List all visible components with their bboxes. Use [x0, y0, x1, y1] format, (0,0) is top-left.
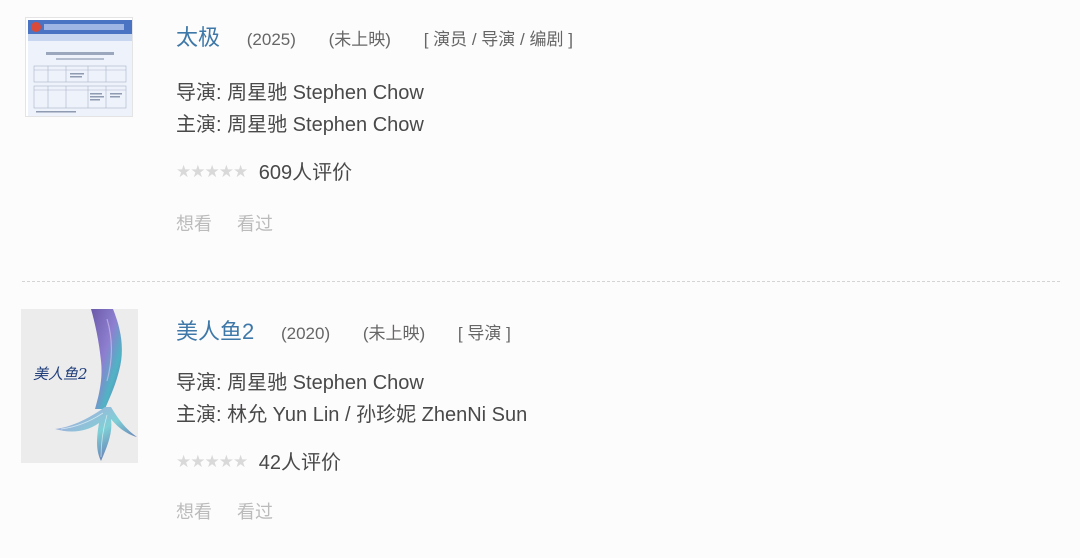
release-status: (未上映) — [362, 324, 426, 343]
want-to-watch-button[interactable]: 想看 — [176, 502, 212, 522]
title-row: 太极 (2025) (未上映) [ 演员 / 导演 / 编剧 ] — [176, 20, 573, 52]
film-actions: 想看 看过 — [176, 498, 273, 524]
watched-button[interactable]: 看过 — [237, 214, 273, 234]
director-line: 导演: 周星驰 Stephen Chow — [176, 372, 424, 394]
watched-button[interactable]: 看过 — [237, 502, 273, 522]
title-row: 美人鱼2 (2020) (未上映) [ 导演 ] — [176, 314, 511, 346]
director-line: 导演: 周星驰 Stephen Chow — [176, 82, 424, 104]
rating: ★★★★★ 42人评价 — [176, 446, 341, 475]
film-title-link[interactable]: 太极 — [176, 20, 220, 52]
film-year: (2020) — [280, 324, 331, 343]
poster-title-text: 美人鱼2 — [33, 365, 88, 383]
cast-line: 主演: 林允 Yun Lin / 孙珍妮 ZhenNi Sun — [176, 404, 528, 426]
want-to-watch-button[interactable]: 想看 — [176, 214, 212, 234]
rating-stars-icon: ★★★★★ — [176, 452, 248, 471]
rating-count: 42人评价 — [258, 452, 342, 474]
cast-line: 主演: 周星驰 Stephen Chow — [176, 114, 424, 136]
document-poster-image — [26, 18, 132, 116]
rating-count: 609人评价 — [258, 162, 353, 184]
film-item: 太极 (2025) (未上映) [ 演员 / 导演 / 编剧 ] 导演: 周星驰… — [0, 0, 1080, 282]
film-poster[interactable] — [25, 17, 133, 117]
mermaid-tail-poster-image: 美人鱼2 — [21, 309, 138, 463]
rating-stars-icon: ★★★★★ — [176, 162, 248, 181]
film-year: (2025) — [246, 30, 296, 49]
film-actions: 想看 看过 — [176, 210, 273, 236]
rating: ★★★★★ 609人评价 — [176, 156, 352, 185]
release-status: (未上映) — [328, 30, 391, 49]
film-title-link[interactable]: 美人鱼2 — [176, 314, 254, 346]
film-poster[interactable]: 美人鱼2 — [21, 309, 138, 463]
person-roles: [ 导演 ] — [457, 324, 511, 343]
person-roles: [ 演员 / 导演 / 编剧 ] — [423, 30, 573, 49]
film-item: 美人鱼2 美人鱼2 (2020) (未上映) [ 导演 ] 导演: 周星驰 St… — [0, 282, 1080, 558]
